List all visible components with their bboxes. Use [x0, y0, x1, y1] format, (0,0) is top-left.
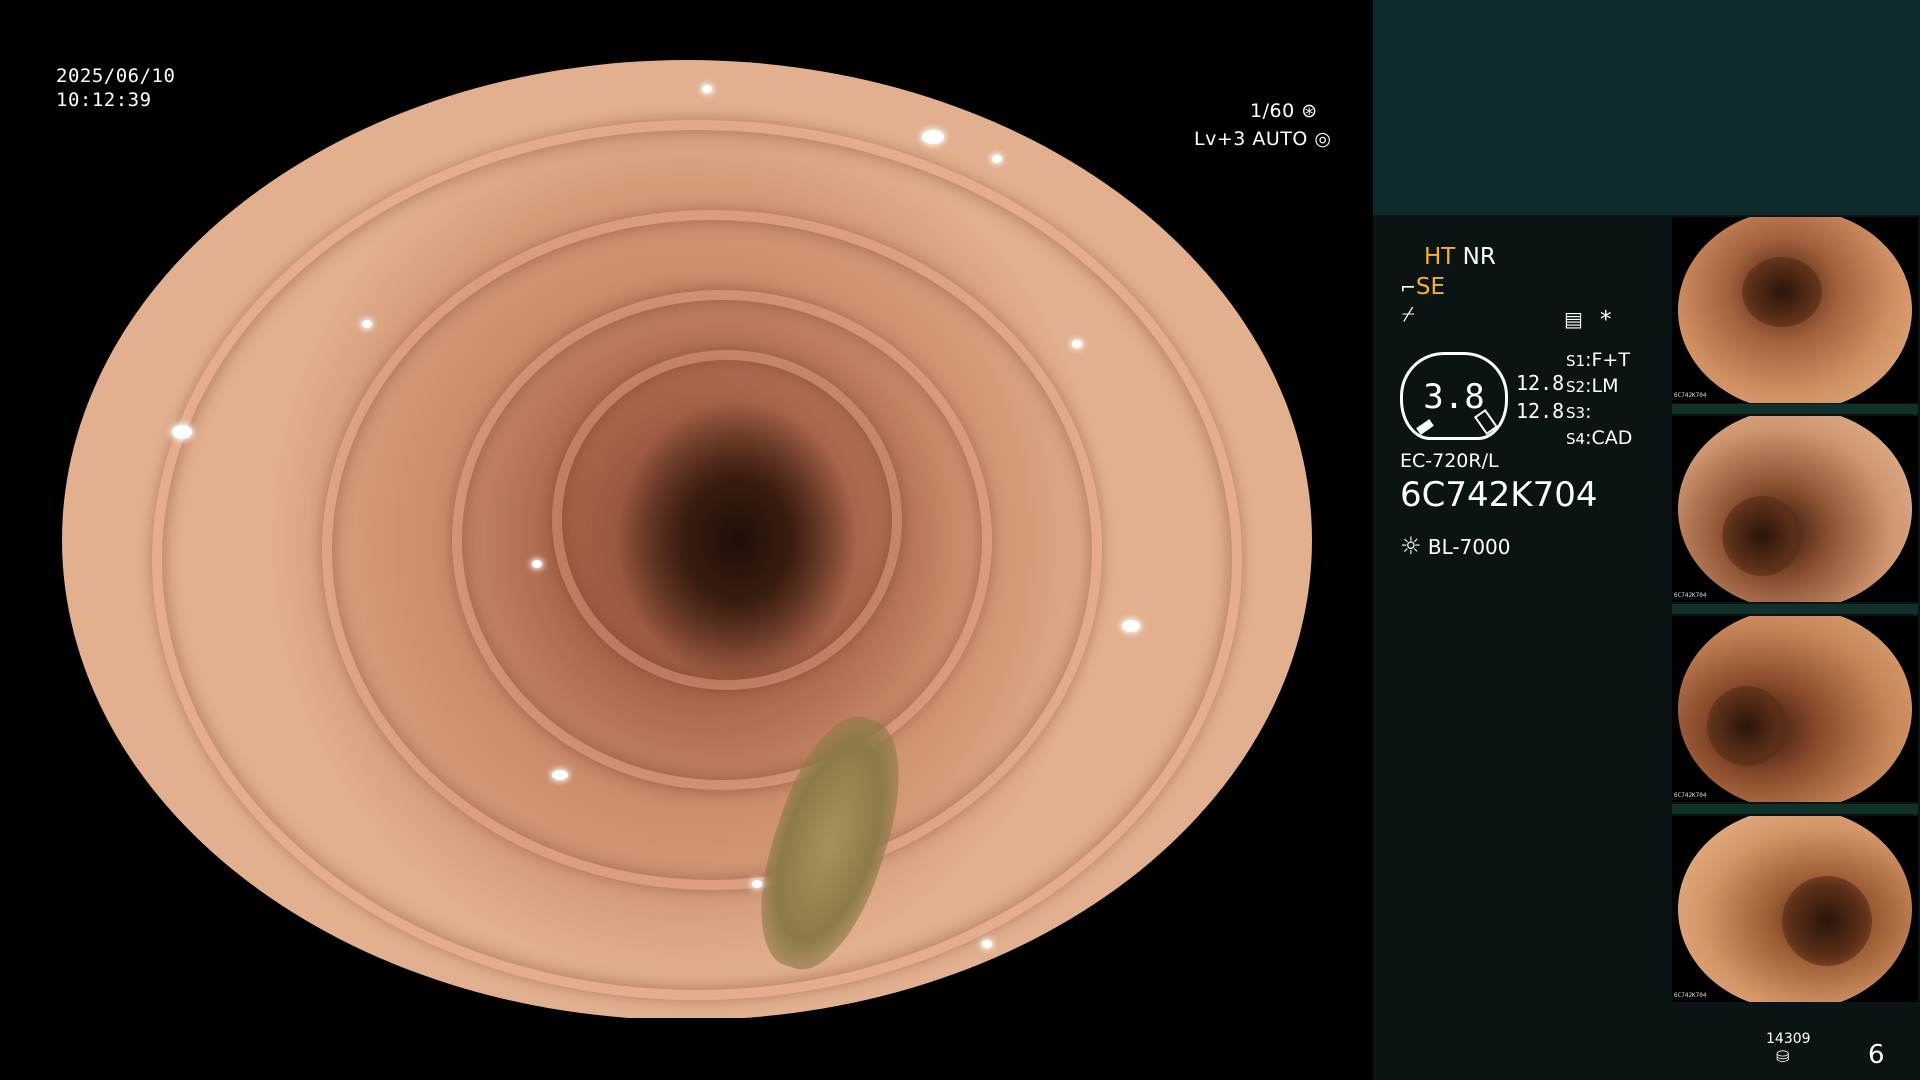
thumbnail-lumen	[1707, 686, 1787, 766]
ht-indicator: HT NR	[1424, 244, 1496, 270]
thumbnail-label: 6C742K704	[1674, 792, 1707, 799]
info-panel-top	[1373, 0, 1920, 215]
live-endoscope-view	[62, 60, 1312, 1020]
switch-row: S4:CAD	[1566, 427, 1633, 449]
shutter-icon: ⊛	[1301, 100, 1318, 122]
thumbnail-2[interactable]: 6C742K704	[1672, 416, 1918, 602]
level-text: Lv+3	[1194, 128, 1246, 150]
thumbnail-divider	[1672, 604, 1918, 614]
light-reflection	[552, 770, 568, 780]
thumbnail-image	[1678, 416, 1912, 602]
mucosal-fold	[552, 350, 902, 690]
light-reflection	[922, 130, 944, 144]
date-text: 2025/06/10	[56, 65, 176, 87]
thumbnail-label: 6C742K704	[1674, 992, 1707, 999]
gauge-value: 3.8	[1423, 377, 1485, 417]
storage-icon: ⛁	[1776, 1047, 1790, 1066]
time-text: 10:12:39	[56, 89, 152, 111]
light-reflection	[702, 85, 712, 93]
light-reflection	[172, 425, 192, 439]
thumbnail-lumen	[1722, 496, 1802, 576]
se-label: SE	[1415, 274, 1446, 300]
light-reflection	[362, 320, 372, 328]
readout-1: 12.8	[1516, 371, 1565, 395]
light-reflection	[752, 880, 762, 888]
thumbnail-3[interactable]: 6C742K704	[1672, 616, 1918, 802]
thumbnail-lumen	[1782, 876, 1872, 966]
switch-row: S1:F+T	[1566, 349, 1630, 371]
storage-count: 14309	[1766, 1031, 1811, 1047]
thumbnail-4[interactable]: 6C742K704	[1672, 816, 1918, 1002]
switch-value: CAD	[1591, 427, 1633, 449]
ht-label: HT	[1424, 244, 1456, 270]
light-reflection	[532, 560, 542, 568]
light-reflection	[992, 155, 1002, 163]
structure-icon: ⌐	[1400, 277, 1416, 299]
thumbnail-divider	[1672, 804, 1918, 814]
switch-key: S2	[1566, 378, 1586, 396]
zoom-gauge: 3.8	[1400, 352, 1508, 440]
switch-key: S1	[1566, 352, 1586, 370]
structure-indicator: ⌐SE	[1400, 274, 1445, 300]
asterisk-indicator: *	[1600, 307, 1612, 333]
settings-grid-icon: ▤	[1564, 307, 1583, 331]
readout-2: 12.8	[1516, 399, 1565, 423]
switch-key: S3	[1566, 404, 1586, 422]
light-source-icon: ☼	[1400, 532, 1422, 560]
status-panel	[1373, 215, 1670, 1080]
view-mask-bottom	[0, 1018, 1370, 1080]
thumbnail-lumen	[1742, 257, 1822, 327]
shutter-readout: 1/60 ⊛	[1250, 99, 1318, 123]
gauge-marker-left	[1416, 419, 1434, 435]
switch-value: LM	[1591, 375, 1619, 397]
light-reflection	[982, 940, 992, 948]
light-reflection	[1072, 340, 1082, 348]
light-source: ☼ BL-7000	[1400, 532, 1511, 560]
light-source-text: BL-7000	[1427, 535, 1511, 559]
scope-model: EC-720R/L	[1400, 450, 1499, 472]
mode-text: AUTO	[1252, 128, 1308, 150]
switch-value: F+T	[1591, 349, 1630, 371]
exposure-readout: Lv+3 AUTO ◎	[1194, 127, 1332, 151]
iris-icon: ◎	[1314, 128, 1332, 150]
thumbnail-divider	[1672, 404, 1918, 414]
switch-row: S2:LM	[1566, 375, 1619, 397]
switch-list: S1:F+T S2:LM S3: S4:CAD	[1566, 348, 1632, 452]
date-time: 2025/06/10 10:12:39	[56, 64, 175, 112]
thumbnail-label: 6C742K704	[1674, 592, 1707, 599]
view-mask-top	[0, 0, 1370, 60]
image-count: 6	[1868, 1040, 1885, 1070]
thumbnail-label: 6C742K704	[1674, 392, 1707, 399]
switch-row: S3:	[1566, 401, 1592, 423]
light-reflection	[1122, 620, 1140, 632]
edge-icon: ⌿	[1402, 302, 1415, 326]
thumbnail-1[interactable]: 6C742K704	[1672, 217, 1918, 403]
switch-key: S4	[1566, 430, 1586, 448]
shutter-text: 1/60	[1250, 100, 1295, 122]
nr-label: NR	[1462, 244, 1496, 270]
scope-serial: 6C742K704	[1400, 475, 1598, 515]
